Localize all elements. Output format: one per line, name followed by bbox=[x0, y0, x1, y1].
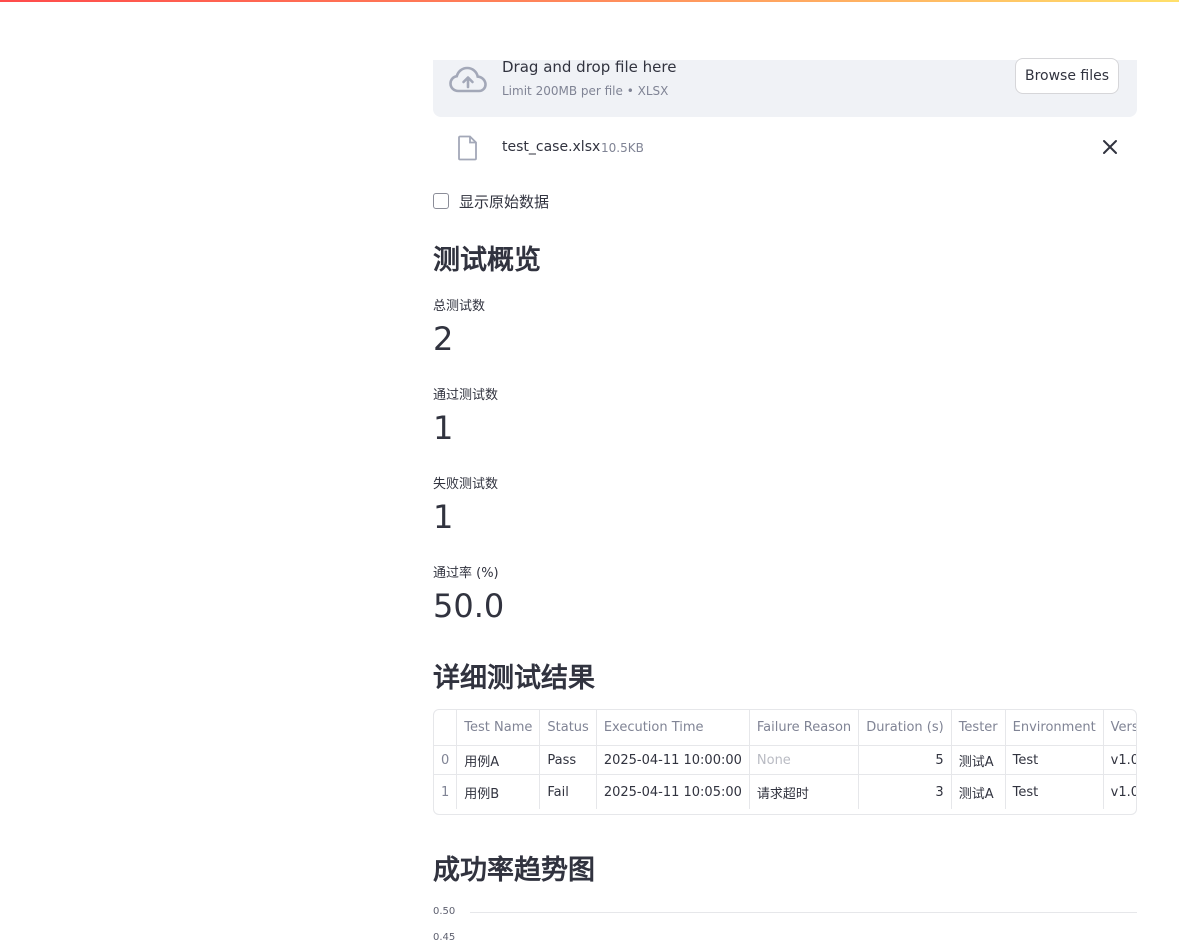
column-header-execution-time[interactable]: Execution Time bbox=[596, 710, 750, 746]
table-cell-index: 0 bbox=[434, 745, 458, 775]
cloud-upload-icon bbox=[449, 66, 487, 93]
table-cell[interactable]: None bbox=[749, 745, 860, 775]
table-cell[interactable]: 用例A bbox=[456, 745, 541, 775]
metric-label: 总测试数 bbox=[433, 299, 486, 314]
table-cell[interactable]: 2025-04-11 10:05:00 bbox=[596, 774, 750, 809]
table-cell[interactable]: Test bbox=[1005, 745, 1104, 775]
browse-files-button[interactable]: Browse files bbox=[1015, 58, 1119, 94]
metric-label: 通过率 (%) bbox=[433, 566, 499, 581]
close-icon[interactable] bbox=[1101, 138, 1119, 156]
table-row[interactable]: 0 用例A Pass 2025-04-11 10:00:00 None 5 测试… bbox=[434, 745, 1136, 775]
column-header-test-name[interactable]: Test Name bbox=[456, 710, 541, 746]
table-cell[interactable]: 3 bbox=[858, 774, 952, 809]
dropzone-title: Drag and drop file here bbox=[502, 58, 677, 76]
results-heading: 详细测试结果 bbox=[433, 663, 595, 694]
metric-value: 2 bbox=[433, 320, 454, 358]
table-cell[interactable]: 测试A bbox=[951, 774, 1006, 809]
table-cell[interactable]: Pass bbox=[539, 745, 597, 775]
metric-passed-tests: 通过测试数 1 bbox=[433, 384, 498, 447]
table-cell[interactable]: 测试A bbox=[951, 745, 1006, 775]
top-decoration-bar bbox=[0, 0, 1179, 2]
table-cell[interactable]: v1.0 bbox=[1103, 774, 1136, 809]
trend-heading: 成功率趋势图 bbox=[433, 855, 595, 886]
column-header-tester[interactable]: Tester bbox=[951, 710, 1006, 746]
table-cell[interactable]: 请求超时 bbox=[749, 774, 860, 809]
column-header-status[interactable]: Status bbox=[539, 710, 597, 746]
table-cell[interactable]: 5 bbox=[858, 745, 952, 775]
table-header-row: Test Name Status Execution Time Failure … bbox=[434, 710, 1136, 746]
table-cell[interactable]: v1.0 bbox=[1103, 745, 1136, 775]
file-size: 10.5KB bbox=[601, 141, 644, 155]
metric-pass-rate: 通过率 (%) 50.0 bbox=[433, 562, 504, 625]
file-name: test_case.xlsx bbox=[502, 139, 601, 155]
metric-label: 通过测试数 bbox=[433, 388, 499, 403]
table-cell[interactable]: 用例B bbox=[456, 774, 541, 809]
results-table[interactable]: Test Name Status Execution Time Failure … bbox=[433, 709, 1137, 815]
y-tick-label: 0.50 bbox=[433, 906, 456, 917]
metric-value: 1 bbox=[433, 409, 454, 447]
column-header-duration[interactable]: Duration (s) bbox=[858, 710, 952, 746]
file-icon bbox=[458, 135, 477, 161]
column-header-version[interactable]: Version bbox=[1103, 710, 1136, 746]
file-uploader-dropzone[interactable]: Drag and drop file here Limit 200MB per … bbox=[433, 58, 1137, 117]
table-cell[interactable]: Test bbox=[1005, 774, 1104, 809]
metric-value: 1 bbox=[433, 498, 454, 536]
table-cell[interactable]: 2025-04-11 10:00:00 bbox=[596, 745, 750, 775]
column-header-index[interactable] bbox=[434, 710, 458, 746]
table-cell-index: 1 bbox=[434, 774, 458, 809]
raw-data-checkbox-label: 显示原始数据 bbox=[459, 193, 550, 211]
trend-chart[interactable]: 0.50 0.45 bbox=[433, 902, 1137, 943]
metric-label: 失败测试数 bbox=[433, 477, 499, 492]
overview-heading: 测试概览 bbox=[433, 245, 541, 276]
raw-data-checkbox[interactable] bbox=[433, 193, 449, 209]
gridline bbox=[470, 912, 1137, 913]
metric-total-tests: 总测试数 2 bbox=[433, 295, 485, 358]
table-cell[interactable]: Fail bbox=[539, 774, 597, 809]
column-header-failure-reason[interactable]: Failure Reason bbox=[749, 710, 860, 746]
metric-value: 50.0 bbox=[433, 587, 505, 625]
metric-failed-tests: 失败测试数 1 bbox=[433, 473, 498, 536]
table-row[interactable]: 1 用例B Fail 2025-04-11 10:05:00 请求超时 3 测试… bbox=[434, 774, 1136, 809]
uploaded-file-row: test_case.xlsx 10.5KB bbox=[433, 135, 1137, 165]
column-header-environment[interactable]: Environment bbox=[1005, 710, 1104, 746]
dropzone-hint: Limit 200MB per file • XLSX bbox=[502, 84, 669, 98]
